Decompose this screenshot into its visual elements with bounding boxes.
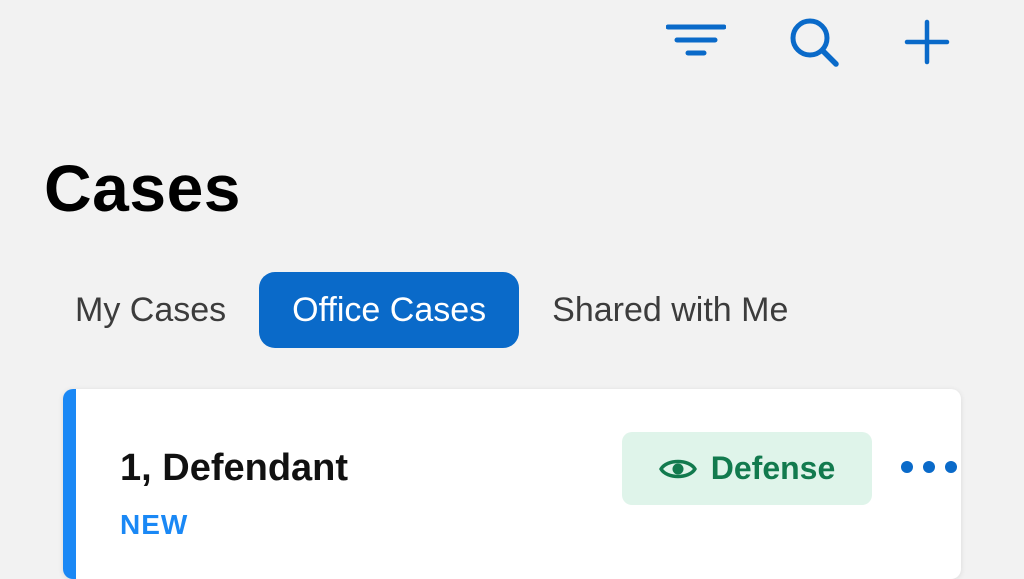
plus-icon [903,18,951,66]
case-name: 1, Defendant [120,447,349,489]
tab-shared-with-me[interactable]: Shared with Me [519,272,821,348]
add-case-button[interactable] [897,14,957,70]
role-label: Defense [710,450,836,486]
search-icon [786,14,842,70]
filter-icon [666,22,726,62]
search-button[interactable] [784,14,844,70]
role-badge: Defense [622,432,872,505]
case-list-item[interactable]: 1, Defendant NEW Defense [63,389,961,579]
eye-icon [659,457,697,481]
more-horizontal-icon [899,459,961,480]
case-status-label: NEW [120,509,189,540]
case-filter-tabs: My Cases Office Cases Shared with Me [55,272,821,348]
case-more-button[interactable] [899,449,961,489]
filter-button[interactable] [666,14,726,70]
tab-office-cases[interactable]: Office Cases [259,272,520,348]
case-accent-bar [63,389,76,579]
page-title: Cases [44,151,241,225]
tab-my-cases[interactable]: My Cases [55,272,259,348]
